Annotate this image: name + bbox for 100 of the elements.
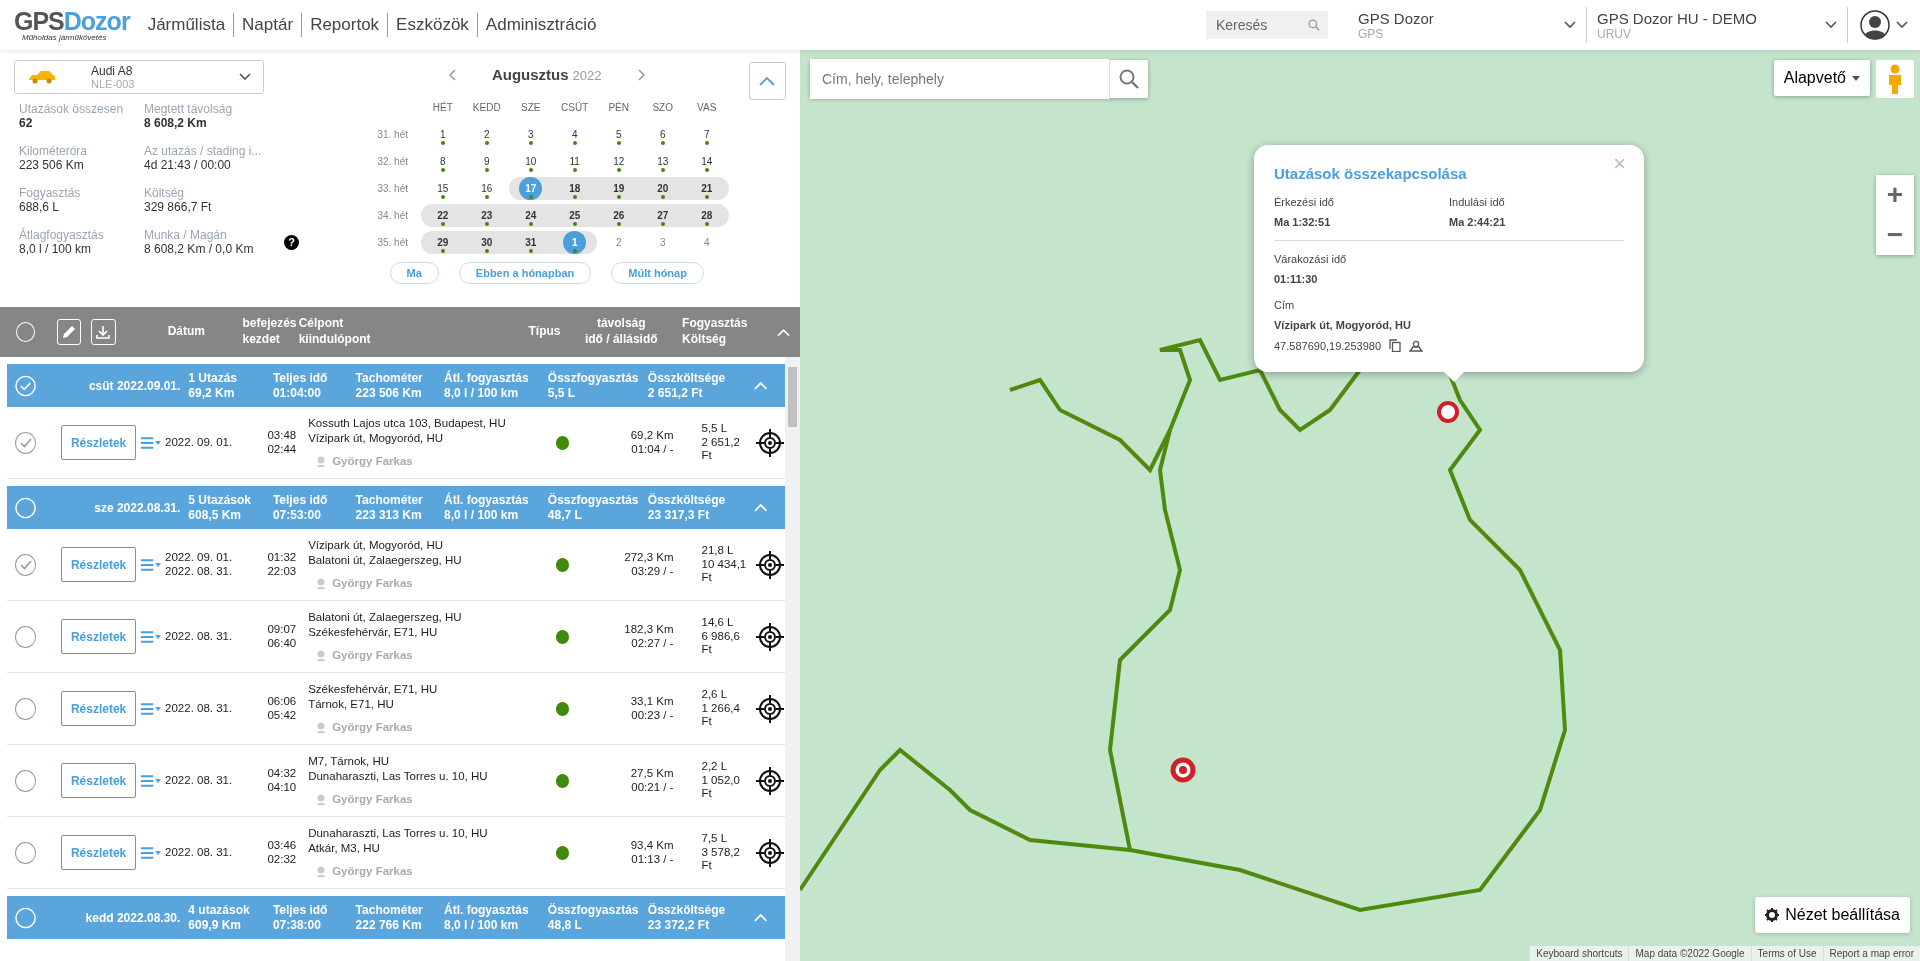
map-attribution-link[interactable]: Map data ©2022 Google: [1628, 946, 1751, 961]
stat-label: Az utazás / stading i...: [144, 144, 263, 158]
group-checkbox[interactable]: [15, 906, 37, 929]
calendar-day[interactable]: 2: [464, 123, 509, 146]
search-field[interactable]: Keresés: [1214, 16, 1308, 34]
calendar-day[interactable]: 4: [552, 123, 597, 146]
calendar-day[interactable]: 6: [640, 123, 685, 146]
calendar-day[interactable]: 27: [640, 204, 685, 227]
nav-link[interactable]: Naptár: [233, 13, 302, 37]
menu-icon[interactable]: [140, 773, 162, 788]
calendar-day[interactable]: 30: [464, 231, 509, 254]
calendar-day[interactable]: 2: [596, 231, 641, 254]
prev-month-icon[interactable]: [447, 69, 456, 81]
calendar-day[interactable]: 22: [420, 204, 465, 227]
calendar-day[interactable]: 15: [420, 177, 465, 200]
user-avatar-icon[interactable]: [1860, 10, 1890, 40]
nav-link[interactable]: Reportok: [301, 13, 388, 37]
view-settings-button[interactable]: Nézet beállítása: [1755, 897, 1910, 933]
start-time: 04:10: [266, 780, 297, 794]
target-icon[interactable]: [755, 427, 785, 458]
start-time: 02:44: [266, 442, 297, 456]
calendar-day[interactable]: 23: [464, 204, 509, 227]
nav-link[interactable]: Járműlista: [139, 13, 234, 37]
target-icon[interactable]: [755, 693, 785, 724]
pegman-icon[interactable]: [1887, 64, 1903, 94]
map-pin-person-icon[interactable]: [1409, 339, 1424, 352]
calendar-day[interactable]: 24: [508, 204, 553, 227]
calendar-day[interactable]: 3: [508, 123, 553, 146]
calendar-day[interactable]: 26: [596, 204, 641, 227]
map-search-box[interactable]: Cím, hely, telephely: [810, 60, 1148, 98]
nav-link[interactable]: Eszközök: [387, 13, 477, 37]
calendar-day[interactable]: 21: [684, 177, 729, 200]
calendar-day[interactable]: 29: [420, 231, 465, 254]
calendar-day[interactable]: 1: [420, 123, 465, 146]
map-attribution-link[interactable]: Terms of Use: [1750, 946, 1823, 961]
chevron-up-icon[interactable]: [753, 913, 767, 922]
calendar-day[interactable]: 18: [552, 177, 597, 200]
row-checkbox[interactable]: [15, 431, 36, 454]
target-icon[interactable]: [755, 621, 785, 652]
vehicle-select[interactable]: Audi A8 NLE-003: [14, 60, 264, 94]
calendar-day[interactable]: 12: [596, 150, 641, 173]
chevron-up-icon[interactable]: [753, 381, 767, 390]
calendar-day[interactable]: 7: [684, 123, 729, 146]
calendar-day[interactable]: 10: [508, 150, 553, 173]
calendar-day[interactable]: 16: [464, 177, 509, 200]
scrollbar[interactable]: [785, 357, 800, 961]
calendar-day[interactable]: 28: [684, 204, 729, 227]
next-month-icon[interactable]: [637, 69, 646, 81]
row-checkbox[interactable]: [15, 841, 36, 864]
chevron-up-icon[interactable]: [776, 327, 790, 337]
copy-icon[interactable]: [1389, 339, 1402, 352]
calendar-day[interactable]: 9: [464, 150, 509, 173]
edit-button[interactable]: [56, 319, 82, 345]
row-checkbox[interactable]: [15, 697, 36, 720]
trip-duration: 00:21 / -: [630, 780, 674, 795]
calendar-day[interactable]: 4: [684, 231, 729, 254]
calendar-day[interactable]: 25: [552, 204, 597, 227]
row-checkbox[interactable]: [15, 769, 36, 792]
menu-icon[interactable]: [140, 701, 162, 716]
map-attribution-link[interactable]: Keyboard shortcuts: [1529, 946, 1629, 961]
chevron-up-icon[interactable]: [753, 503, 767, 512]
menu-icon[interactable]: [140, 629, 162, 644]
location-marker-icon[interactable]: [1437, 401, 1459, 423]
zoom-out-button[interactable]: −: [1876, 215, 1914, 255]
target-icon[interactable]: [755, 765, 785, 796]
location-marker-icon[interactable]: [1170, 757, 1196, 783]
account-select[interactable]: GPS Dozor HU - DEMO URUV: [1587, 7, 1848, 43]
menu-icon[interactable]: [140, 845, 162, 860]
menu-icon[interactable]: [140, 435, 162, 450]
calendar-day[interactable]: 3: [640, 231, 685, 254]
calendar-day[interactable]: 20: [640, 177, 685, 200]
map-type-button[interactable]: Alapvető: [1773, 60, 1870, 96]
search-box[interactable]: Keresés: [1206, 11, 1328, 39]
search-icon[interactable]: [1119, 69, 1139, 89]
calendar-day[interactable]: 19: [596, 177, 641, 200]
start-time: 02:32: [266, 852, 297, 866]
gps-dozor-logo[interactable]: GPSDozor Műholdas járműkövetés: [0, 8, 140, 42]
collapse-button[interactable]: [748, 62, 786, 100]
calendar-day[interactable]: 5: [596, 123, 641, 146]
row-checkbox[interactable]: [15, 553, 36, 576]
calendar-day[interactable]: 8: [420, 150, 465, 173]
download-button[interactable]: [91, 319, 116, 345]
menu-icon[interactable]: [140, 557, 162, 572]
calendar-day[interactable]: 11: [552, 150, 597, 173]
target-icon[interactable]: [755, 837, 785, 868]
column-header: befejezés: [242, 316, 298, 332]
row-checkbox[interactable]: [15, 625, 36, 648]
calendar-day[interactable]: 31: [508, 231, 553, 254]
nav-link[interactable]: Adminisztráció: [476, 13, 605, 37]
group-stat-value: 8,0 l / 100 km: [444, 507, 520, 522]
map-search-field[interactable]: Cím, hely, telephely: [810, 59, 1110, 99]
zoom-in-button[interactable]: +: [1876, 175, 1914, 215]
group-checkbox[interactable]: [15, 374, 37, 397]
help-icon[interactable]: ?: [284, 234, 299, 250]
company-select[interactable]: GPS Dozor GPS: [1348, 7, 1587, 43]
map-attribution-link[interactable]: Report a map error: [1822, 946, 1920, 961]
target-icon[interactable]: [755, 549, 785, 580]
group-checkbox[interactable]: [15, 496, 37, 519]
calendar-day[interactable]: 14: [684, 150, 729, 173]
calendar-day[interactable]: 13: [640, 150, 685, 173]
